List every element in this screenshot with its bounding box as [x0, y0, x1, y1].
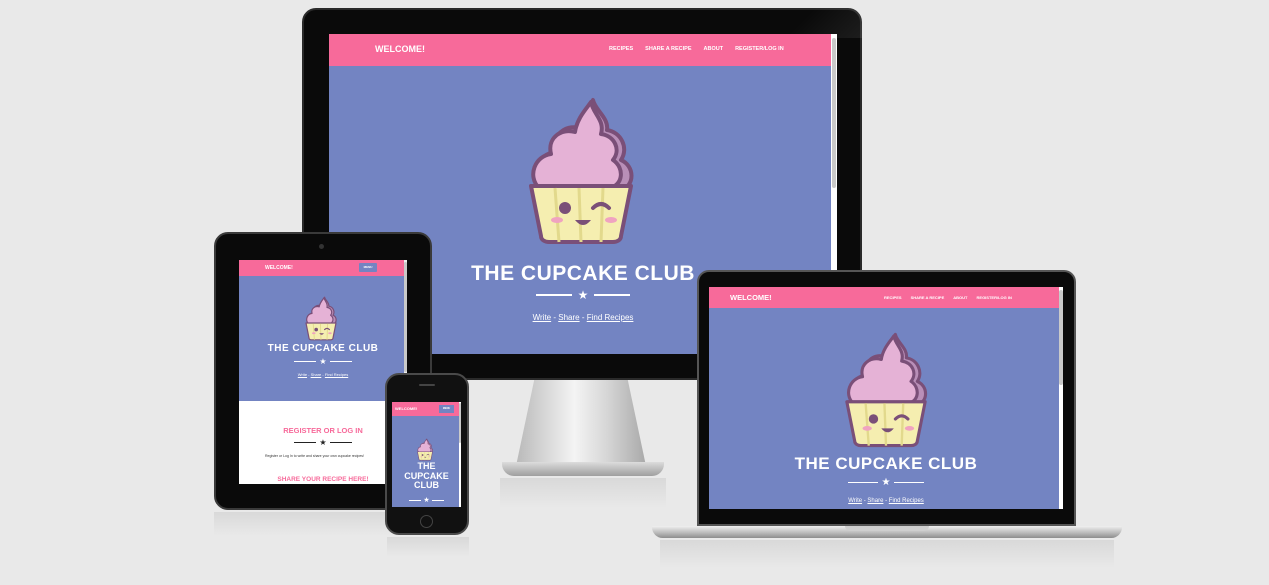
laptop-nav-recipes[interactable]: RECIPES — [884, 295, 902, 300]
desktop-link-write[interactable]: Write — [533, 313, 552, 322]
star-icon: ★ — [319, 438, 327, 447]
tablet-brand[interactable]: WELCOME! — [265, 265, 293, 271]
desktop-nav-share[interactable]: SHARE A RECIPE — [645, 46, 691, 52]
tablet-divider: ★ — [239, 357, 407, 366]
phone-cupcake-logo — [416, 438, 434, 461]
phone-hero-title: THE CUPCAKE CLUB — [404, 461, 449, 490]
laptop-screen: WELCOME! RECIPES SHARE A RECIPE ABOUT RE… — [709, 287, 1063, 509]
phone-screen: WELCOME! MENU THE CUPCAKE CLUB ★ — [392, 402, 461, 507]
phone-divider: ★ — [392, 496, 461, 504]
phone-menu-button[interactable]: MENU — [439, 405, 454, 413]
laptop-nav-share[interactable]: SHARE A RECIPE — [911, 295, 945, 300]
phone-reflection — [387, 537, 469, 557]
laptop-hero-title: THE CUPCAKE CLUB — [794, 454, 978, 473]
laptop-brand[interactable]: WELCOME! — [730, 293, 772, 302]
phone-home-button[interactable] — [420, 515, 433, 528]
laptop-reflection — [660, 540, 1114, 568]
tablet-tagline: Write - Share - Find Recipes — [297, 372, 349, 377]
tablet-cupcake-logo — [303, 296, 339, 341]
desktop-nav-about[interactable]: ABOUT — [704, 46, 724, 52]
star-icon: ★ — [881, 477, 891, 488]
tablet-hero-title: THE CUPCAKE CLUB — [267, 343, 379, 354]
desktop-navbar: WELCOME! RECIPES SHARE A RECIPE ABOUT RE… — [329, 34, 837, 66]
desktop-brand[interactable]: WELCOME! — [375, 44, 425, 54]
laptop-notch — [845, 526, 929, 531]
desktop-nav-recipes[interactable]: RECIPES — [609, 46, 633, 52]
tablet-menu-button[interactable]: MENU — [359, 263, 377, 272]
laptop-nav-about[interactable]: ABOUT — [953, 295, 967, 300]
tablet-register-heading: REGISTER OR LOG IN — [283, 426, 363, 435]
tablet-share-heading: SHARE YOUR RECIPE HERE! — [277, 476, 369, 483]
desktop-link-find[interactable]: Find Recipes — [587, 313, 634, 322]
tablet-navbar: WELCOME! MENU — [239, 260, 407, 276]
phone-navbar: WELCOME! MENU — [392, 402, 461, 416]
phone-brand[interactable]: WELCOME! — [395, 406, 417, 411]
phone-speaker — [419, 384, 435, 386]
monitor-stand-base — [502, 462, 664, 476]
laptop-nav-register[interactable]: REGISTER/LOG IN — [977, 295, 1012, 300]
star-icon: ★ — [423, 497, 430, 504]
tablet-register-text: Register or Log In to write and share yo… — [265, 454, 365, 458]
desktop-link-share[interactable]: Share — [558, 313, 579, 322]
laptop-divider: ★ — [709, 477, 1063, 488]
desktop-cupcake-logo — [521, 96, 641, 246]
monitor-reflection — [500, 478, 666, 508]
laptop-cupcake-logo — [839, 331, 933, 449]
desktop-nav-register[interactable]: REGISTER/LOG IN — [735, 46, 784, 52]
laptop-tagline: Write - Share - Find Recipes — [848, 498, 924, 504]
star-icon: ★ — [319, 357, 327, 366]
tablet-camera-icon — [319, 244, 324, 249]
tablet-register-divider: ★ — [239, 438, 407, 447]
laptop-scrollbar[interactable] — [1059, 287, 1063, 509]
phone-scrollbar[interactable] — [459, 402, 461, 507]
tablet-screen: WELCOME! MENU THE CUPCAKE CLUB ★ Write -… — [239, 260, 407, 484]
laptop-navbar: WELCOME! RECIPES SHARE A RECIPE ABOUT RE… — [709, 287, 1063, 308]
star-icon: ★ — [577, 288, 589, 302]
monitor-stand-neck — [516, 380, 646, 466]
